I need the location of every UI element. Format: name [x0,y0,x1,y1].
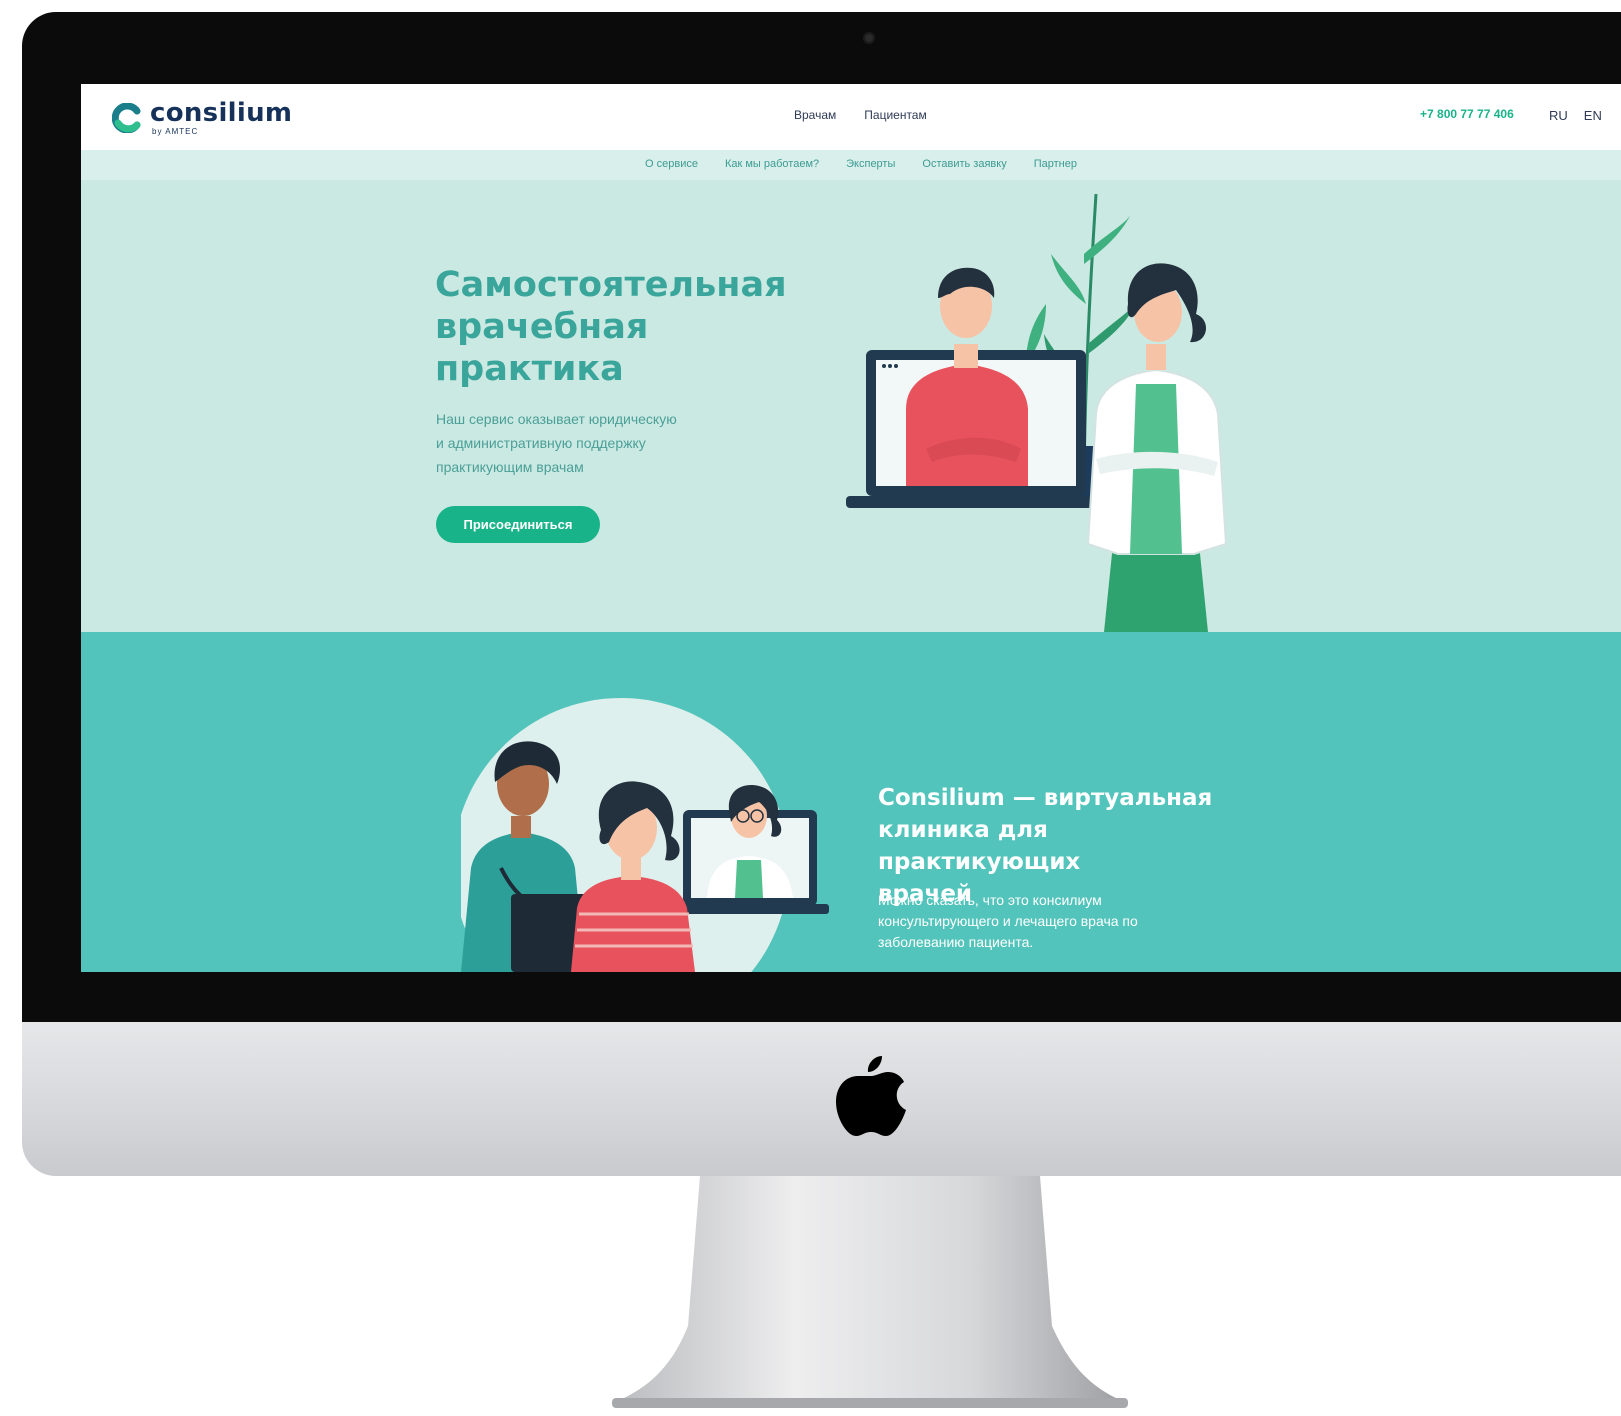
apple-logo-icon [836,1056,906,1136]
phone-link[interactable]: +7 800 77 77 406 [1420,107,1514,121]
lang-en[interactable]: EN [1584,108,1602,123]
hero-title-line: врачебная [435,307,649,347]
imac-stand [612,1176,1128,1408]
website-screen: consilium by AMTEC Врачам Пациентам +7 8… [81,84,1621,972]
section-description: Можно сказать, что это консилиум консуль… [878,892,1138,950]
logo-subtitle: by AMTEC [152,127,199,136]
consilium-c-logo-icon [112,103,141,133]
virtual-clinic-illustration [461,698,829,972]
hero-title: Самостоятельная врачебная практика [435,264,795,390]
language-switcher: RU EN [1549,108,1602,123]
subnav-item-about[interactable]: О сервисе [645,158,698,170]
doctors-telemedicine-illustration [846,194,1228,632]
site-logo[interactable]: consilium by AMTEC [112,98,292,138]
main-nav: Врачам Пациентам [794,108,927,122]
subnav-item-how-we-work[interactable]: Как мы работаем? [725,158,819,170]
subnav-item-partner[interactable]: Партнер [1034,158,1077,170]
sub-nav: О сервисе Как мы работаем? Эксперты Оста… [81,150,1621,180]
top-header: consilium by AMTEC Врачам Пациентам +7 8… [81,84,1621,150]
subnav-item-experts[interactable]: Эксперты [846,158,895,170]
imac-chin [22,1022,1621,1176]
section-title-line: Consilium — виртуальная [878,785,1213,811]
section-title-line: клиника для практикующих [878,817,1081,875]
about-section: Consilium — виртуальная клиника для прак… [81,632,1621,972]
lang-ru[interactable]: RU [1549,108,1568,123]
hero-description: Наш сервис оказывает юридическую и админ… [436,411,677,475]
subnav-item-request[interactable]: Оставить заявку [922,158,1006,170]
nav-item-doctors[interactable]: Врачам [794,108,836,122]
camera-icon [863,32,875,44]
join-button[interactable]: Присоединиться [436,506,600,543]
hero-title-line: Самостоятельная [435,265,787,305]
nav-item-patients[interactable]: Пациентам [864,108,926,122]
logo-name: consilium [150,98,293,128]
hero-section: Самостоятельная врачебная практика Наш с… [81,180,1621,632]
hero-title-line: практика [435,349,624,389]
